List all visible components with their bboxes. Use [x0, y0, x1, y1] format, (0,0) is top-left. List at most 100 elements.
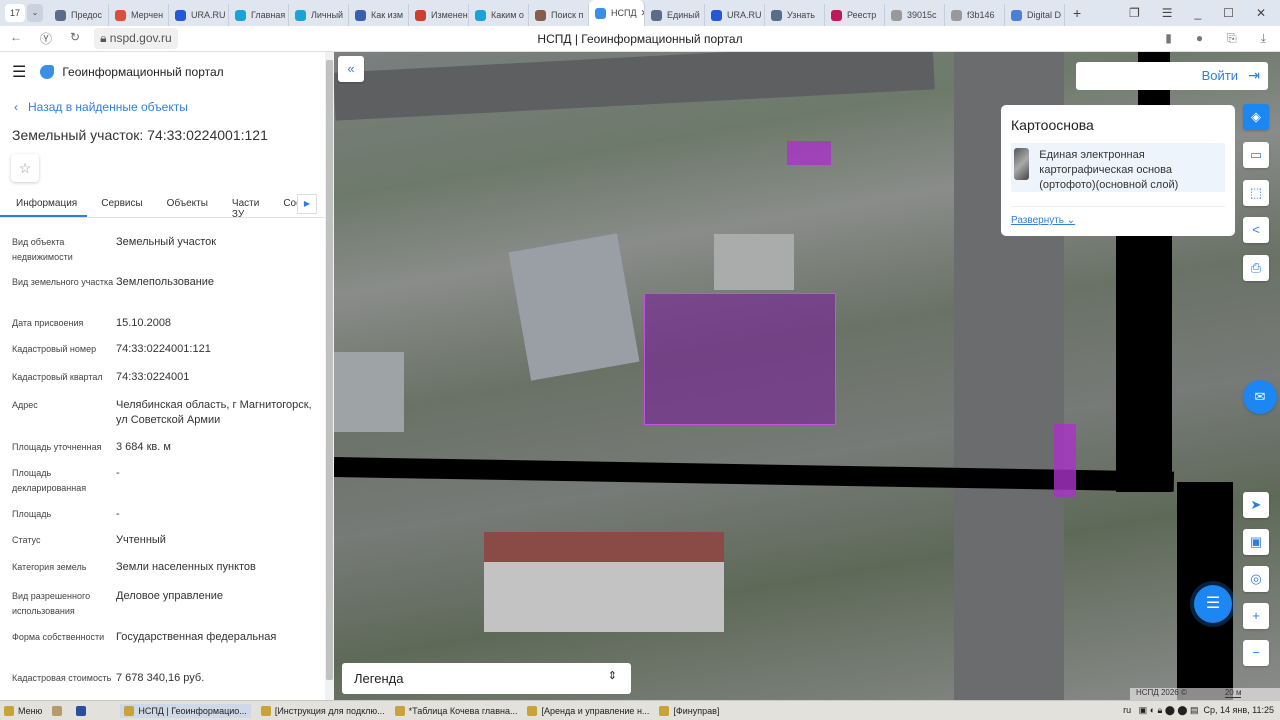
browser-tab[interactable]: Как изм [349, 4, 409, 26]
close-button[interactable]: ✕ [1256, 6, 1266, 20]
tab-favicon [55, 9, 66, 21]
browser-tab-bar: 17 ⌄ Предос Мерчен URA.RU Главная Личный Как … [0, 0, 1280, 26]
reload-icon[interactable]: ↻ [70, 30, 80, 47]
start-menu[interactable]: Меню [4, 705, 42, 716]
app-icon [527, 705, 538, 716]
browser-tab[interactable]: Единый [645, 4, 705, 26]
land-parcel[interactable] [787, 141, 831, 165]
browser-tab[interactable]: Главная [229, 4, 289, 26]
browser-tab[interactable]: Изменен [409, 4, 469, 26]
extension-icon[interactable]: ● [1196, 31, 1203, 46]
ruler-icon[interactable]: ▭ [1243, 142, 1269, 168]
property-row: Кадастровая стоимость 7 678 340,16 руб. [12, 671, 322, 686]
back-icon[interactable]: ← [10, 30, 22, 47]
taskbar-item-label: [Инструкция для подклю... [274, 705, 385, 716]
file-manager-icon[interactable] [52, 705, 66, 716]
browser-tab[interactable]: f3b146 [945, 4, 1005, 26]
menu-icon [4, 705, 14, 716]
map-canvas[interactable]: « Войти ⇥ Картооснова Единая электронная … [334, 52, 1280, 700]
maximize-button[interactable]: ☐ [1223, 6, 1234, 20]
taskbar-item[interactable]: [Аренда и управление н... [527, 704, 649, 718]
back-link-label: Назад в найденные объекты [28, 100, 188, 114]
browser-tab[interactable]: Digital D [1005, 4, 1065, 26]
browser-tab[interactable]: Узнать [765, 4, 825, 26]
app-icon [659, 705, 670, 716]
tab-label: Поиск п [551, 10, 584, 20]
back-to-results-link[interactable]: ‹ Назад в найденные объекты [14, 100, 188, 114]
property-row: Вид объекта недвижимости Земельный участо… [12, 235, 322, 265]
land-parcel[interactable] [644, 293, 836, 425]
locate-icon[interactable]: ➤ [1243, 492, 1269, 518]
collections-icon[interactable]: ❐ [1129, 6, 1140, 20]
browser-launcher-icon[interactable] [76, 705, 90, 716]
taskbar-item[interactable]: [Инструкция для подклю... [260, 704, 385, 718]
login-button[interactable]: Войти ⇥ [1076, 62, 1268, 90]
picture-in-picture-icon[interactable]: ▣ [1243, 529, 1269, 555]
minimize-button[interactable]: _ [1194, 6, 1201, 20]
feedback-icon[interactable]: ✉ [1243, 380, 1277, 414]
basemap-card: Картооснова Единая электронная картограф… [1001, 105, 1235, 236]
tab-objects[interactable]: Объекты [153, 192, 218, 217]
browser-tab[interactable]: Мерчен [109, 4, 169, 26]
panel-scrollbar[interactable] [325, 52, 334, 700]
browser-tab[interactable]: Поиск п [529, 4, 589, 26]
chat-icon[interactable]: ☰ [1194, 585, 1232, 623]
menu-icon[interactable]: ☰ [1162, 6, 1173, 20]
browser-tab[interactable]: URA.RU [705, 4, 765, 26]
expand-link[interactable]: Развернуть ⌄ [1011, 206, 1225, 226]
browser-tab[interactable]: НСПД✕ [589, 0, 645, 26]
print-icon[interactable]: ⎙ [1243, 255, 1269, 281]
land-parcel[interactable] [1054, 424, 1076, 497]
layers-icon[interactable]: ◈ [1243, 104, 1269, 130]
tabs-scroll-right-button[interactable]: ▶ [297, 194, 317, 214]
browser-tab[interactable]: 39015c [885, 4, 945, 26]
zoom-out-button[interactable]: − [1243, 640, 1269, 666]
tab-label: Изменен [431, 10, 468, 20]
tab-count[interactable]: 17 [5, 4, 25, 22]
selection-tool-icon[interactable]: ⬚ [1243, 180, 1269, 206]
basemap-layer-item[interactable]: Единая электронная картографическая осно… [1011, 143, 1225, 192]
legend-toggle[interactable]: Легенда ⇕ [342, 663, 631, 694]
browser-tab[interactable]: Реестр [825, 4, 885, 26]
building [334, 352, 404, 432]
keyboard-layout[interactable]: ru [1123, 705, 1131, 715]
hamburger-menu-icon[interactable]: ☰ [12, 62, 26, 82]
url-field[interactable]: 🔒︎ nspd.gov.ru [94, 28, 178, 49]
reader-icon[interactable]: ⎘ [1227, 31, 1237, 46]
browser-tab[interactable]: Личный [289, 4, 349, 26]
object-panel: ☰ Геоинформационный портал ‹ Назад в найд… [0, 52, 334, 700]
property-row: Статус Учтенный [12, 533, 322, 548]
property-row: Площадь декларированная - [12, 466, 322, 496]
browser-tab[interactable]: URA.RU [169, 4, 229, 26]
tab-services[interactable]: Сервисы [87, 192, 152, 217]
property-key: Площадь [12, 509, 52, 519]
tab-parts[interactable]: Части ЗУ [218, 192, 269, 220]
chevron-down-icon[interactable]: ⌄ [27, 4, 43, 22]
download-icon[interactable]: ⤓ [1261, 31, 1266, 46]
property-value: Земельный участок [116, 236, 217, 248]
taskbar-item[interactable]: [Финуправ] [659, 704, 719, 718]
new-tab-button[interactable]: + [1073, 5, 1081, 21]
portal-logo [40, 65, 55, 79]
tab-label: Личный [311, 10, 344, 20]
geolocation-icon[interactable]: ◎ [1243, 566, 1269, 592]
scrollbar-thumb[interactable] [326, 60, 333, 680]
browser-tab[interactable]: Каким о [469, 4, 529, 26]
collapse-panel-button[interactable]: « [338, 56, 364, 82]
zoom-in-button[interactable]: + [1243, 603, 1269, 629]
tab-information[interactable]: Информация [0, 192, 88, 217]
share-icon[interactable]: < [1243, 217, 1269, 243]
browser-tab[interactable]: Предос [49, 4, 109, 26]
taskbar-item[interactable]: *Таблица Кочева главна... [394, 704, 517, 718]
favorite-star-icon[interactable]: ☆ [11, 154, 39, 182]
property-value: 74:33:0224001:121 [116, 343, 211, 355]
tab-favicon [1011, 9, 1022, 21]
url-text: nspd.gov.ru [109, 31, 172, 45]
bookmark-icon[interactable]: ▮ [1165, 31, 1172, 46]
yandex-icon[interactable]: Ⓨ [40, 30, 52, 47]
taskbar-item[interactable]: НСПД | Геоинформацио... [120, 703, 251, 718]
property-row: Площадь - [12, 507, 322, 522]
taskbar-item-label: [Аренда и управление н... [541, 705, 650, 716]
login-label: Войти [1201, 68, 1238, 83]
property-key: Вид объекта недвижимости [12, 237, 73, 262]
